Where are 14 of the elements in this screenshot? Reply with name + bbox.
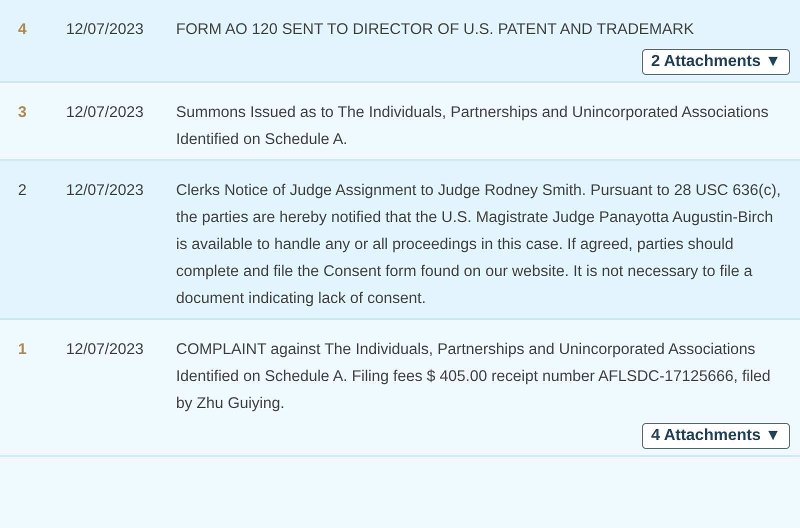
entry-number-link[interactable]: 3 (18, 99, 48, 126)
attachments-button[interactable]: 4 Attachments ▼ (642, 423, 790, 449)
entry-description: Summons Issued as to The Individuals, Partnerships and Unincorporated Associations Identified on Schedule A. (176, 103, 770, 150)
entry-date: 12/07/2023 (66, 103, 145, 123)
entry-date: 12/07/2023 (66, 181, 145, 201)
entry-number-link[interactable]: 1 (18, 336, 48, 363)
entry-number: 2 (18, 181, 28, 201)
attachments-button[interactable]: 2 Attachments ▼ (642, 49, 790, 75)
entry-description: COMPLAINT against The Individuals, Partnerships and Unincorporated Associations Identified on Schedule A. Filing fees $ 405.00 receipt number AFLSDC-17125666, filed by Zhu Guiying. (176, 340, 772, 414)
entry-number-link[interactable]: 4 (18, 16, 48, 43)
entry-date: 12/07/2023 (66, 20, 145, 40)
entry-date: 12/07/2023 (66, 340, 145, 360)
entry-description: FORM AO 120 SENT TO DIRECTOR OF U.S. PATENT AND TRADEMARK (176, 20, 695, 40)
entry-description: Clerks Notice of Judge Assignment to Judge Rodney Smith. Pursuant to 28 USC 636(c), the parties are hereby notified that the U.S. Magistrate Judge Panayotta Augustin-Birch is available to handle any or all proceedings in this case. If agreed, parties should complete and file the Consent form found on our website. It is not necessary to file a document indicating lack of consent. (176, 181, 782, 309)
